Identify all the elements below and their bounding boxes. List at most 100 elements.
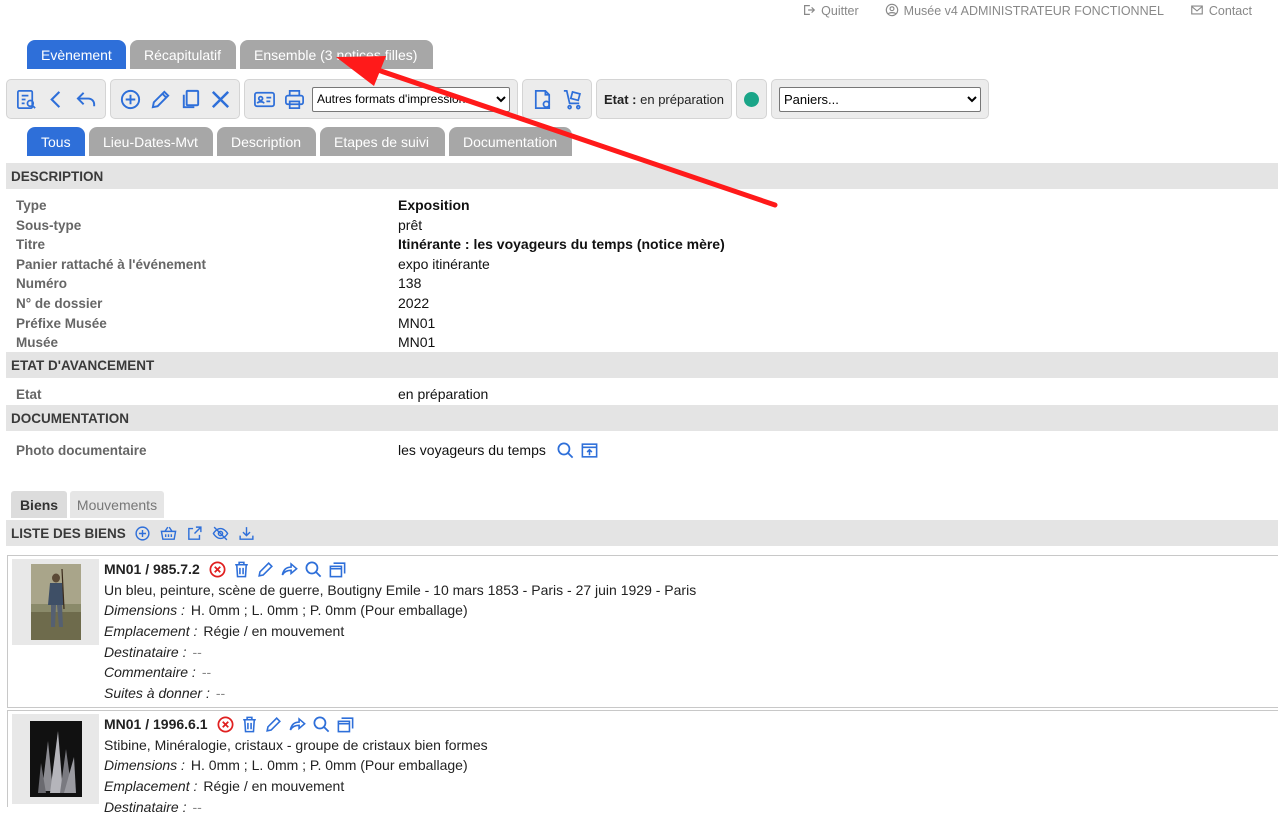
section-avancement: ETAT D'AVANCEMENT xyxy=(6,352,1278,378)
destinataire-label: Destinataire : xyxy=(104,643,187,660)
thumbnail[interactable] xyxy=(12,714,99,804)
bottom-tabs: Biens Mouvements xyxy=(11,491,164,518)
add-circle-icon[interactable] xyxy=(118,87,142,111)
quit-link[interactable]: Quitter xyxy=(802,0,859,22)
field-value: Itinérante : les voyageurs du temps (not… xyxy=(398,236,725,252)
chevron-left-icon[interactable] xyxy=(44,87,68,111)
sub-tabs: Tous Lieu-Dates-Mvt Description Etapes d… xyxy=(27,127,572,156)
field-value: prêt xyxy=(398,217,423,233)
thumbnail[interactable] xyxy=(12,559,99,645)
bien-info: MN01 / 985.7.2 Un bleu, peinture, scène … xyxy=(104,559,696,703)
bien-emplacement: Emplacement : Régie / en mouvement xyxy=(104,776,488,797)
search-icon[interactable] xyxy=(556,441,575,460)
section-description: DESCRIPTION xyxy=(6,163,1278,189)
status-dot-group xyxy=(735,79,767,119)
toolbar: Autres formats d'impression... Etat : en… xyxy=(6,79,989,119)
etat-group: Etat : en préparation xyxy=(596,79,732,119)
window-stack-icon[interactable] xyxy=(328,560,347,579)
etat-status: Etat : en préparation xyxy=(604,91,724,107)
document-attach-icon[interactable] xyxy=(530,87,554,111)
field-label: Titre xyxy=(16,236,46,252)
field-type: Type Exposition xyxy=(16,195,1266,215)
photo-doc-link[interactable]: les voyageurs du temps xyxy=(398,442,546,458)
tab-lieu-dates-mvt[interactable]: Lieu-Dates-Mvt xyxy=(89,127,213,156)
field-label: Etat xyxy=(16,386,42,402)
id-card-icon[interactable] xyxy=(252,87,276,111)
dimensions-label: Dimensions : xyxy=(104,602,185,619)
field-value: 138 xyxy=(398,275,422,291)
emplacement-value: Régie / en mouvement xyxy=(203,623,345,640)
field-value: Exposition xyxy=(398,197,470,213)
contact-label: Contact xyxy=(1208,4,1252,18)
bien-ref[interactable]: MN01 / 985.7.2 xyxy=(104,561,200,577)
trash-icon[interactable] xyxy=(240,715,259,734)
pencil-icon[interactable] xyxy=(264,715,283,734)
dimensions-value: H. 0mm ; L. 0mm ; P. 0mm (Pour emballage… xyxy=(190,757,468,774)
bien-dimensions: Dimensions : H. 0mm ; L. 0mm ; P. 0mm (Po… xyxy=(104,600,696,621)
quit-label: Quitter xyxy=(821,4,859,18)
crystal-thumbnail-image xyxy=(29,721,82,797)
undo-icon[interactable] xyxy=(74,87,98,111)
share-forward-icon[interactable] xyxy=(280,560,299,579)
remove-circle-icon[interactable] xyxy=(208,560,227,579)
main-tabs: Evènement Récapitulatif Ensemble (3 noti… xyxy=(27,40,433,69)
field-sous-type: Sous-type prêt xyxy=(16,215,1266,235)
window-stack-icon[interactable] xyxy=(336,715,355,734)
add-circle-icon[interactable] xyxy=(134,525,151,542)
remove-circle-icon[interactable] xyxy=(216,715,235,734)
bien-desc: Stibine, Minéralogie, cristaux - groupe … xyxy=(104,736,488,753)
eye-slash-icon[interactable] xyxy=(212,525,229,542)
print-group: Autres formats d'impression... xyxy=(244,79,518,119)
top-bar: Quitter Musée v4 ADMINISTRATEUR FONCTION… xyxy=(802,0,1278,22)
delete-x-icon[interactable] xyxy=(208,87,232,111)
bien-title-line: MN01 / 1996.6.1 xyxy=(104,714,488,735)
field-dossier: N° de dossier 2022 xyxy=(16,293,1266,313)
print-formats-select[interactable]: Autres formats d'impression... xyxy=(312,86,510,112)
field-numero: Numéro 138 xyxy=(16,273,1266,293)
destinataire-value: -- xyxy=(192,643,202,660)
tab-evenement[interactable]: Evènement xyxy=(27,40,126,69)
search-list-icon[interactable] xyxy=(14,87,38,111)
tab-etapes-de-suivi[interactable]: Etapes de suivi xyxy=(320,127,445,156)
copy-icon[interactable] xyxy=(178,87,202,111)
liste-biens-header: LISTE DES BIENS xyxy=(6,520,1278,546)
user-link[interactable]: Musée v4 ADMINISTRATEUR FONCTIONNEL xyxy=(885,0,1164,22)
tab-ensemble[interactable]: Ensemble (3 notices filles) xyxy=(240,40,433,69)
tab-recapitulatif[interactable]: Récapitulatif xyxy=(130,40,236,69)
open-external-icon[interactable] xyxy=(580,441,599,460)
bien-ref[interactable]: MN01 / 1996.6.1 xyxy=(104,716,208,732)
search-icon[interactable] xyxy=(304,560,323,579)
share-forward-icon[interactable] xyxy=(288,715,307,734)
pencil-icon[interactable] xyxy=(148,87,172,111)
bien-emplacement: Emplacement : Régie / en mouvement xyxy=(104,621,696,642)
field-panier: Panier rattaché à l'événement expo itinér… xyxy=(16,254,1266,274)
envelope-icon xyxy=(1190,3,1204,20)
field-value: MN01 xyxy=(398,334,436,350)
cart-group xyxy=(522,79,592,119)
search-icon[interactable] xyxy=(312,715,331,734)
field-label: Musée xyxy=(16,334,59,350)
tab-documentation[interactable]: Documentation xyxy=(449,127,572,156)
tab-biens[interactable]: Biens xyxy=(11,491,67,518)
bien-info: MN01 / 1996.6.1 Stibine, Minéralogie, cr… xyxy=(104,714,488,817)
contact-link[interactable]: Contact xyxy=(1190,0,1252,22)
external-link-icon[interactable] xyxy=(186,525,203,542)
tab-description[interactable]: Description xyxy=(217,127,316,156)
user-label: Musée v4 ADMINISTRATEUR FONCTIONNEL xyxy=(903,4,1164,18)
trash-icon[interactable] xyxy=(232,560,251,579)
pencil-icon[interactable] xyxy=(256,560,275,579)
tab-tous[interactable]: Tous xyxy=(27,127,85,156)
trolley-icon[interactable] xyxy=(560,87,584,111)
field-label: Préfixe Musée xyxy=(16,315,107,331)
download-icon[interactable] xyxy=(238,525,255,542)
nav-group xyxy=(6,79,106,119)
field-musee: Musée MN01 xyxy=(16,332,1266,352)
field-label: Photo documentaire xyxy=(16,442,147,458)
paniers-select[interactable]: Paniers... xyxy=(778,86,981,112)
field-label: Panier rattaché à l'événement xyxy=(16,256,207,272)
field-label: Numéro xyxy=(16,275,68,291)
basket-icon[interactable] xyxy=(160,525,177,542)
printer-icon[interactable] xyxy=(282,87,306,111)
dimensions-value: H. 0mm ; L. 0mm ; P. 0mm (Pour emballage… xyxy=(190,602,468,619)
tab-mouvements[interactable]: Mouvements xyxy=(70,491,164,518)
